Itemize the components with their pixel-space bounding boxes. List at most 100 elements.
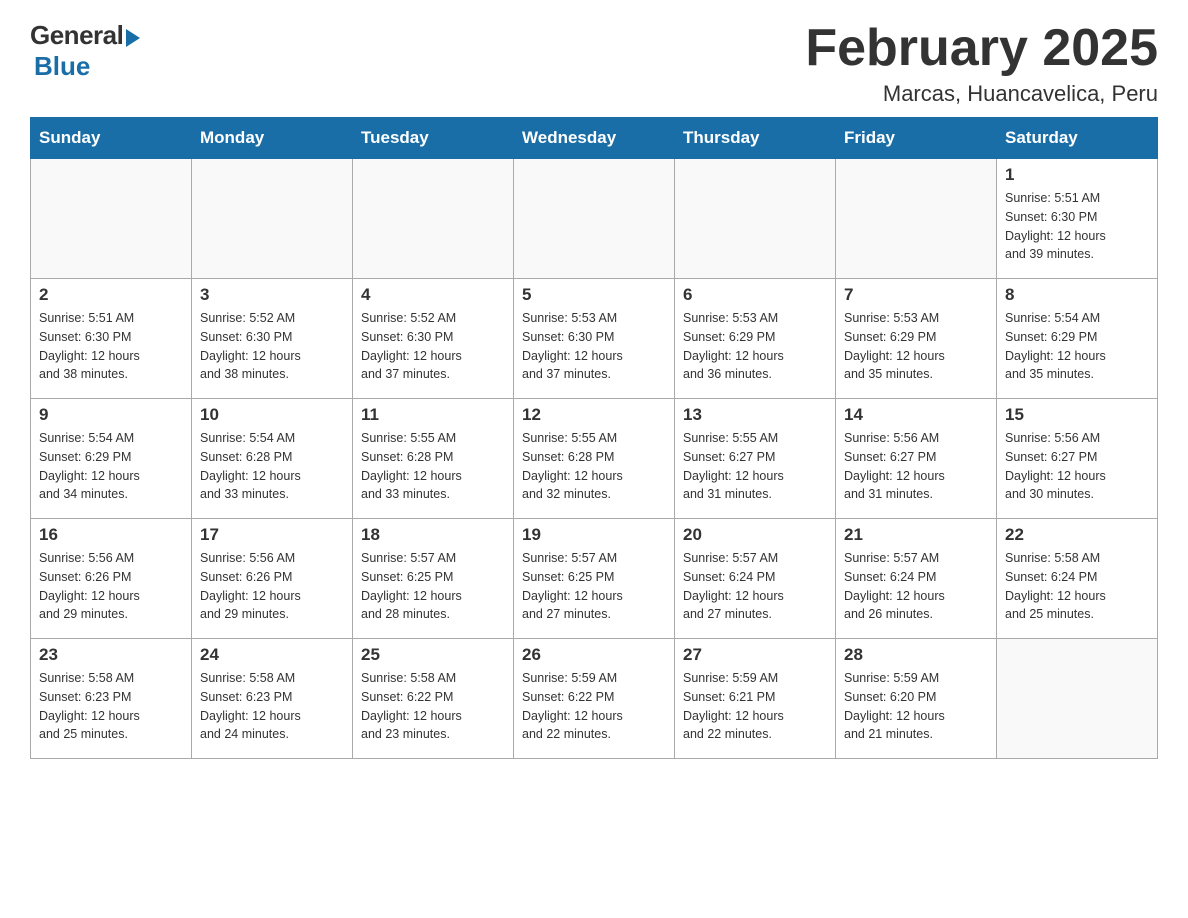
day-number: 22: [1005, 525, 1149, 545]
calendar-cell: [997, 639, 1158, 759]
calendar-cell: 18 Sunrise: 5:57 AM Sunset: 6:25 PM Dayli…: [353, 519, 514, 639]
day-info: Sunrise: 5:58 AM Sunset: 6:23 PM Dayligh…: [39, 669, 183, 744]
calendar-week-row-4: 16 Sunrise: 5:56 AM Sunset: 6:26 PM Dayli…: [31, 519, 1158, 639]
weekday-header-sunday: Sunday: [31, 118, 192, 159]
weekday-header-tuesday: Tuesday: [353, 118, 514, 159]
calendar-cell: [192, 159, 353, 279]
calendar-cell: 12 Sunrise: 5:55 AM Sunset: 6:28 PM Dayli…: [514, 399, 675, 519]
day-info: Sunrise: 5:54 AM Sunset: 6:29 PM Dayligh…: [1005, 309, 1149, 384]
calendar-cell: 21Sunrise: 5:57 AM Sunset: 6:24 PM Dayli…: [836, 519, 997, 639]
day-info: Sunrise: 5:52 AM Sunset: 6:30 PM Dayligh…: [361, 309, 505, 384]
day-number: 19: [522, 525, 666, 545]
day-info: Sunrise: 5:57 AM Sunset: 6:24 PM Dayligh…: [683, 549, 827, 624]
page-header: General Blue February 2025 Marcas, Huanc…: [30, 20, 1158, 107]
day-info: Sunrise: 5:57 AM Sunset: 6:25 PM Dayligh…: [522, 549, 666, 624]
day-info: Sunrise: 5:58 AM Sunset: 6:24 PM Dayligh…: [1005, 549, 1149, 624]
day-number: 18: [361, 525, 505, 545]
calendar-cell: 24 Sunrise: 5:58 AM Sunset: 6:23 PM Dayli…: [192, 639, 353, 759]
weekday-header-monday: Monday: [192, 118, 353, 159]
calendar-cell: 16 Sunrise: 5:56 AM Sunset: 6:26 PM Dayli…: [31, 519, 192, 639]
day-number: 15: [1005, 405, 1149, 425]
day-number: 6: [683, 285, 827, 305]
calendar-cell: 19 Sunrise: 5:57 AM Sunset: 6:25 PM Dayli…: [514, 519, 675, 639]
calendar-cell: [675, 159, 836, 279]
weekday-header-thursday: Thursday: [675, 118, 836, 159]
location-subtitle: Marcas, Huancavelica, Peru: [805, 81, 1158, 107]
calendar-cell: 7 Sunrise: 5:53 AM Sunset: 6:29 PM Daylig…: [836, 279, 997, 399]
title-section: February 2025 Marcas, Huancavelica, Peru: [805, 20, 1158, 107]
day-number: 5: [522, 285, 666, 305]
calendar-cell: 23Sunrise: 5:58 AM Sunset: 6:23 PM Dayli…: [31, 639, 192, 759]
weekday-header-row: SundayMondayTuesdayWednesdayThursdayFrid…: [31, 118, 1158, 159]
calendar-cell: 1 Sunrise: 5:51 AM Sunset: 6:30 PM Daylig…: [997, 159, 1158, 279]
calendar-cell: 10Sunrise: 5:54 AM Sunset: 6:28 PM Dayli…: [192, 399, 353, 519]
day-info: Sunrise: 5:59 AM Sunset: 6:22 PM Dayligh…: [522, 669, 666, 744]
day-number: 3: [200, 285, 344, 305]
day-info: Sunrise: 5:58 AM Sunset: 6:22 PM Dayligh…: [361, 669, 505, 744]
calendar-cell: 25 Sunrise: 5:58 AM Sunset: 6:22 PM Dayli…: [353, 639, 514, 759]
day-number: 21: [844, 525, 988, 545]
day-info: Sunrise: 5:51 AM Sunset: 6:30 PM Dayligh…: [1005, 189, 1149, 264]
calendar-cell: 26Sunrise: 5:59 AM Sunset: 6:22 PM Dayli…: [514, 639, 675, 759]
calendar-week-row-2: 2 Sunrise: 5:51 AM Sunset: 6:30 PM Daylig…: [31, 279, 1158, 399]
day-info: Sunrise: 5:53 AM Sunset: 6:29 PM Dayligh…: [844, 309, 988, 384]
weekday-header-friday: Friday: [836, 118, 997, 159]
day-info: Sunrise: 5:59 AM Sunset: 6:21 PM Dayligh…: [683, 669, 827, 744]
logo-blue-text: Blue: [34, 51, 90, 82]
day-info: Sunrise: 5:53 AM Sunset: 6:30 PM Dayligh…: [522, 309, 666, 384]
day-info: Sunrise: 5:55 AM Sunset: 6:28 PM Dayligh…: [522, 429, 666, 504]
day-number: 28: [844, 645, 988, 665]
day-info: Sunrise: 5:56 AM Sunset: 6:27 PM Dayligh…: [844, 429, 988, 504]
day-number: 13: [683, 405, 827, 425]
day-number: 17: [200, 525, 344, 545]
calendar-cell: 11 Sunrise: 5:55 AM Sunset: 6:28 PM Dayli…: [353, 399, 514, 519]
day-number: 4: [361, 285, 505, 305]
calendar-cell: 13 Sunrise: 5:55 AM Sunset: 6:27 PM Dayli…: [675, 399, 836, 519]
calendar-cell: 14 Sunrise: 5:56 AM Sunset: 6:27 PM Dayli…: [836, 399, 997, 519]
month-year-title: February 2025: [805, 20, 1158, 77]
calendar-cell: 17 Sunrise: 5:56 AM Sunset: 6:26 PM Dayli…: [192, 519, 353, 639]
calendar-cell: 27 Sunrise: 5:59 AM Sunset: 6:21 PM Dayli…: [675, 639, 836, 759]
day-number: 20: [683, 525, 827, 545]
day-info: Sunrise: 5:51 AM Sunset: 6:30 PM Dayligh…: [39, 309, 183, 384]
day-number: 24: [200, 645, 344, 665]
day-info: Sunrise: 5:55 AM Sunset: 6:28 PM Dayligh…: [361, 429, 505, 504]
calendar-cell: [836, 159, 997, 279]
day-info: Sunrise: 5:53 AM Sunset: 6:29 PM Dayligh…: [683, 309, 827, 384]
day-number: 7: [844, 285, 988, 305]
day-number: 27: [683, 645, 827, 665]
day-number: 10: [200, 405, 344, 425]
calendar-cell: 2 Sunrise: 5:51 AM Sunset: 6:30 PM Daylig…: [31, 279, 192, 399]
day-info: Sunrise: 5:56 AM Sunset: 6:26 PM Dayligh…: [200, 549, 344, 624]
calendar-cell: 8 Sunrise: 5:54 AM Sunset: 6:29 PM Daylig…: [997, 279, 1158, 399]
logo-general-text: General: [30, 20, 123, 51]
logo: General Blue: [30, 20, 140, 82]
day-number: 1: [1005, 165, 1149, 185]
day-number: 12: [522, 405, 666, 425]
calendar-cell: 3Sunrise: 5:52 AM Sunset: 6:30 PM Daylig…: [192, 279, 353, 399]
calendar-cell: 6 Sunrise: 5:53 AM Sunset: 6:29 PM Daylig…: [675, 279, 836, 399]
day-number: 9: [39, 405, 183, 425]
day-number: 14: [844, 405, 988, 425]
day-info: Sunrise: 5:59 AM Sunset: 6:20 PM Dayligh…: [844, 669, 988, 744]
calendar-cell: 22 Sunrise: 5:58 AM Sunset: 6:24 PM Dayli…: [997, 519, 1158, 639]
day-number: 8: [1005, 285, 1149, 305]
day-info: Sunrise: 5:58 AM Sunset: 6:23 PM Dayligh…: [200, 669, 344, 744]
day-info: Sunrise: 5:54 AM Sunset: 6:29 PM Dayligh…: [39, 429, 183, 504]
day-info: Sunrise: 5:55 AM Sunset: 6:27 PM Dayligh…: [683, 429, 827, 504]
day-number: 2: [39, 285, 183, 305]
calendar-cell: 20 Sunrise: 5:57 AM Sunset: 6:24 PM Dayli…: [675, 519, 836, 639]
calendar-cell: [514, 159, 675, 279]
day-info: Sunrise: 5:57 AM Sunset: 6:25 PM Dayligh…: [361, 549, 505, 624]
calendar-cell: 5 Sunrise: 5:53 AM Sunset: 6:30 PM Daylig…: [514, 279, 675, 399]
calendar-cell: 4 Sunrise: 5:52 AM Sunset: 6:30 PM Daylig…: [353, 279, 514, 399]
day-number: 25: [361, 645, 505, 665]
day-number: 16: [39, 525, 183, 545]
calendar-cell: 28 Sunrise: 5:59 AM Sunset: 6:20 PM Dayli…: [836, 639, 997, 759]
calendar-week-row-3: 9 Sunrise: 5:54 AM Sunset: 6:29 PM Daylig…: [31, 399, 1158, 519]
day-number: 11: [361, 405, 505, 425]
day-info: Sunrise: 5:56 AM Sunset: 6:26 PM Dayligh…: [39, 549, 183, 624]
weekday-header-wednesday: Wednesday: [514, 118, 675, 159]
calendar-cell: [353, 159, 514, 279]
logo-arrow-icon: [126, 29, 140, 47]
